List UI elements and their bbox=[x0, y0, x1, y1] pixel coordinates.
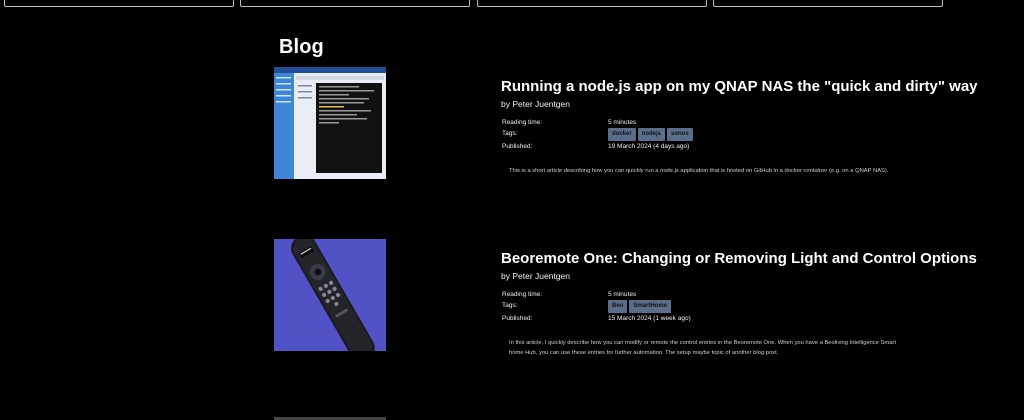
remote-control-image bbox=[274, 239, 386, 351]
post-title-2[interactable]: Beoremote One: Changing or Removing Ligh… bbox=[501, 250, 977, 267]
post-author-2: by Peter Juentgen bbox=[501, 271, 570, 281]
nav-button-2[interactable] bbox=[240, 0, 470, 7]
published-label-1: Published: bbox=[502, 143, 533, 150]
tag-docker[interactable]: docker bbox=[608, 128, 636, 141]
published-date-1: 19 March 2024 (4 days ago) bbox=[608, 143, 690, 150]
tag-nodejs[interactable]: nodejs bbox=[637, 128, 666, 141]
tag-list-1: docker nodejs sonos bbox=[608, 128, 693, 141]
post-thumbnail-1[interactable] bbox=[274, 67, 386, 179]
reading-time-label-2: Reading time: bbox=[502, 291, 543, 298]
post-title-1[interactable]: Running a node.js app on my QNAP NAS the… bbox=[501, 78, 978, 95]
nav-button-4[interactable] bbox=[713, 0, 943, 7]
reading-time-value-1: 5 minutes bbox=[608, 119, 637, 126]
tag-sonos[interactable]: sonos bbox=[667, 128, 693, 141]
post-summary-1: This is a short article describing how y… bbox=[509, 168, 889, 174]
tag-list-2: Beo SmartHome bbox=[608, 300, 672, 313]
post-summary-2: In this article, I quickly describe how … bbox=[509, 340, 896, 356]
screenshot-thumbnail-image bbox=[274, 67, 386, 179]
post-thumbnail-2[interactable] bbox=[274, 239, 386, 351]
tags-label-2: Tags: bbox=[502, 302, 518, 309]
reading-time-label-1: Reading time: bbox=[502, 119, 543, 126]
tag-beo[interactable]: Beo bbox=[608, 300, 628, 313]
tags-label-1: Tags: bbox=[502, 130, 518, 137]
blog-heading: Blog bbox=[279, 36, 324, 58]
nav-button-3[interactable] bbox=[477, 0, 707, 7]
published-label-2: Published: bbox=[502, 315, 533, 322]
nav-button-1[interactable] bbox=[4, 0, 234, 7]
reading-time-value-2: 5 minutes bbox=[608, 291, 637, 298]
post-author-1: by Peter Juentgen bbox=[501, 99, 570, 109]
published-date-2: 15 March 2024 (1 week ago) bbox=[608, 315, 691, 322]
tag-smarthome[interactable]: SmartHome bbox=[629, 300, 672, 313]
